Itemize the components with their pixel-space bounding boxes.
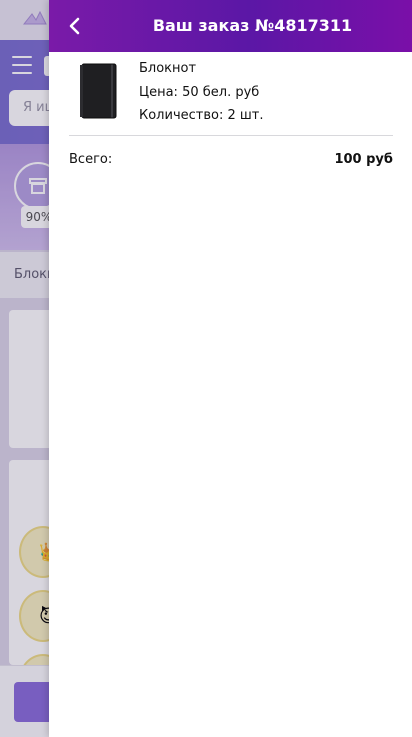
drawer-header: Ваш заказ №4817311 — [49, 0, 412, 52]
order-item: Блокнот Цена: 50 бел. руб Количество: 2 … — [69, 52, 393, 136]
item-quantity: Количество: 2 шт. — [139, 108, 264, 123]
total-value: 100 руб — [334, 152, 393, 167]
total-label: Всего: — [69, 152, 113, 167]
chevron-left-icon[interactable] — [63, 14, 87, 38]
order-title: Ваш заказ №4817311 — [152, 16, 353, 35]
notebook-image — [80, 63, 117, 119]
item-price: Цена: 50 бел. руб — [139, 85, 260, 100]
order-drawer: Ваш заказ №4817311 Блокнот Цена: 50 бел.… — [49, 0, 412, 737]
item-name: Блокнот — [139, 61, 197, 76]
